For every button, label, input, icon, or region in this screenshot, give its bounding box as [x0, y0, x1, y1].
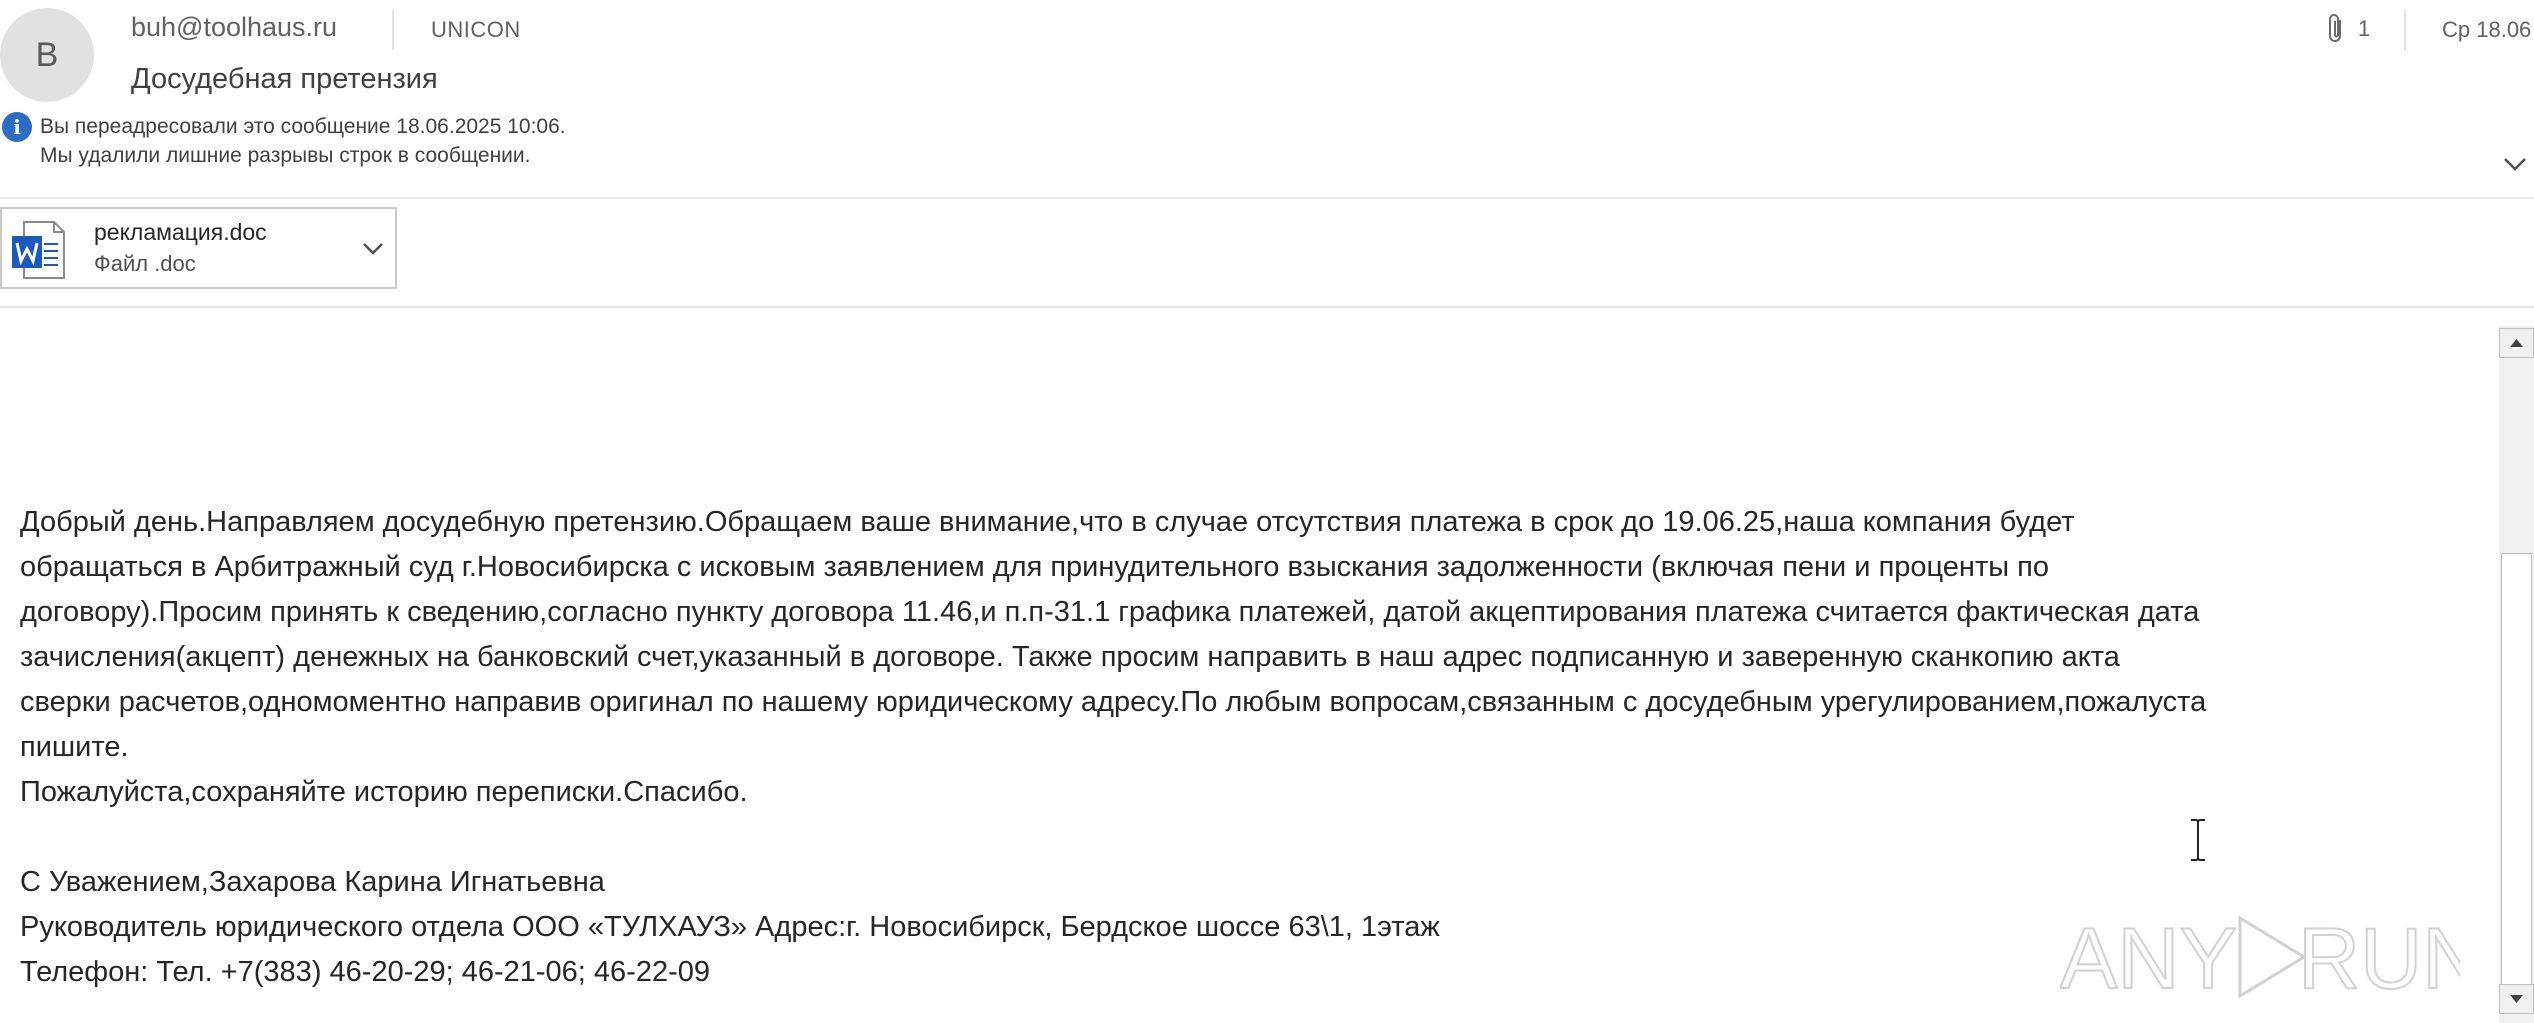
- body-line: Пожалуйста,сохраняйте историю переписки.…: [20, 776, 748, 808]
- attachment-type: Файл .doc: [94, 251, 196, 276]
- sender-avatar[interactable]: B: [0, 8, 94, 102]
- line-breaks-notice[interactable]: Мы удалили лишние разрывы строк в сообще…: [40, 144, 530, 168]
- header-divider-right: [2404, 10, 2406, 50]
- body-line: сверки расчетов,одномоментно направив ор…: [20, 686, 2207, 718]
- anyrun-watermark: ANY RUN: [2060, 910, 2460, 1008]
- chevron-down-icon[interactable]: [2500, 152, 2530, 176]
- info-icon: i: [2, 112, 32, 142]
- arrow-up-icon: [2510, 339, 2523, 347]
- scroll-thumb[interactable]: [2501, 553, 2532, 997]
- attachment-card[interactable]: рекламация.doc Файл .doc: [0, 207, 397, 289]
- sender-email[interactable]: buh@toolhaus.ru: [131, 12, 337, 43]
- watermark-text-2: RUN: [2298, 911, 2460, 1007]
- chevron-down-icon[interactable]: [360, 237, 386, 259]
- text-cursor-icon: [2191, 819, 2205, 861]
- forwarded-notice: Вы переадресовали это сообщение 18.06.20…: [40, 115, 566, 138]
- attachment-separator: [0, 306, 2534, 308]
- body-line: зачисления(акцепт) денежных на банковски…: [20, 641, 2120, 673]
- header-divider: [392, 10, 394, 50]
- message-subject: Досудебная претензия: [131, 63, 438, 95]
- body-line: Добрый день.Направляем досудебную претен…: [20, 506, 2075, 538]
- body-line: договору).Просим принять к сведению,согл…: [20, 596, 2200, 628]
- play-icon: [2238, 915, 2307, 999]
- watermark-text-1: ANY: [2060, 911, 2237, 1007]
- scroll-up-button[interactable]: [2499, 328, 2534, 358]
- scroll-down-button[interactable]: [2499, 984, 2534, 1014]
- sender-organization: UNICON: [431, 17, 521, 42]
- body-line: пишите.: [20, 731, 129, 763]
- message-date: Ср 18.06: [2442, 17, 2532, 42]
- attachment-count: 1: [2358, 16, 2371, 41]
- paperclip-icon[interactable]: [2325, 12, 2347, 46]
- body-line: обращаться в Арбитражный суд г.Новосибир…: [20, 551, 2049, 583]
- signature-line: С Уважением,Захарова Карина Игнатьевна: [20, 866, 605, 898]
- attachment-name[interactable]: рекламация.doc: [94, 219, 267, 246]
- header-separator: [0, 197, 2534, 199]
- word-doc-icon: [12, 221, 65, 279]
- arrow-down-icon: [2510, 995, 2523, 1003]
